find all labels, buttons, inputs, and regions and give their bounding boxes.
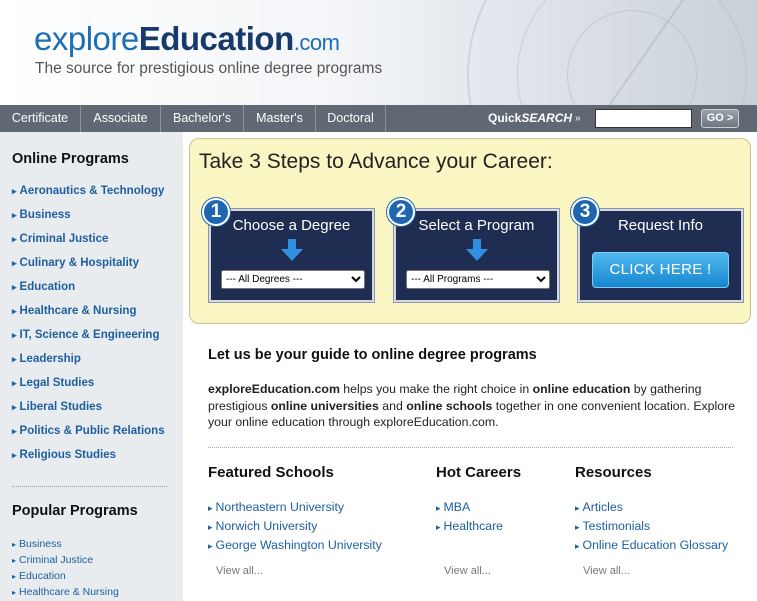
header-banner: exploreEducation.com The source for pres… (0, 0, 757, 105)
sidebar-item-it-science[interactable]: IT, Science & Engineering (12, 329, 160, 341)
quicksearch-label-prefix: Quick (488, 111, 522, 125)
step-number-3: 3 (571, 198, 599, 226)
resource-link[interactable]: Testimonials (575, 519, 651, 533)
popular-item-healthcare[interactable]: Healthcare & Nursing (12, 586, 119, 598)
resource-link[interactable]: Online Education Glossary (575, 538, 729, 552)
sidebar-item-criminal-justice[interactable]: Criminal Justice (12, 233, 109, 245)
intro-brand: exploreEducation.com (208, 382, 340, 396)
intro-paragraph: exploreEducation.com helps you make the … (208, 381, 738, 431)
content-divider (208, 447, 733, 448)
steps-title: Take 3 Steps to Advance your Career: (199, 150, 553, 173)
down-arrow-icon (280, 239, 303, 261)
featured-view-all-link[interactable]: View all... (216, 565, 263, 577)
sidebar-item-religious-studies[interactable]: Religious Studies (12, 449, 117, 461)
step2-title: Select a Program (418, 217, 535, 234)
degree-nav-bar: Certificate Associate Bachelor's Master'… (0, 105, 757, 132)
popular-item-education[interactable]: Education (12, 570, 66, 582)
program-select[interactable]: --- All Programs --- (406, 270, 550, 289)
guide-heading: Let us be your guide to online degree pr… (208, 347, 537, 363)
logo-part-explore: explore (34, 20, 139, 57)
sidebar-divider (12, 486, 167, 487)
site-tagline: The source for prestigious online degree… (35, 60, 383, 77)
quicksearch-label: QuickSEARCH (488, 105, 572, 132)
intro-bold-2: online universities (270, 398, 379, 413)
sidebar-item-politics[interactable]: Politics & Public Relations (12, 425, 165, 437)
double-arrow-icon: » (575, 113, 581, 124)
site-logo[interactable]: exploreEducation.com (34, 20, 340, 58)
step-number-1: 1 (202, 198, 230, 226)
resource-link[interactable]: Articles (575, 500, 623, 514)
nav-tab-associate[interactable]: Associate (81, 105, 161, 132)
logo-part-education: Education (138, 20, 295, 57)
nav-tab-masters[interactable]: Master's (244, 105, 316, 132)
sidebar-item-legal-studies[interactable]: Legal Studies (12, 377, 95, 389)
quicksearch-input[interactable] (595, 109, 692, 128)
sidebar-item-healthcare[interactable]: Healthcare & Nursing (12, 305, 137, 317)
step3-title: Request Info (617, 217, 704, 234)
intro-bold-3: online schools (406, 398, 493, 413)
nav-tab-bachelors[interactable]: Bachelor's (161, 105, 244, 132)
three-steps-panel: Take 3 Steps to Advance your Career: Cho… (189, 138, 751, 324)
down-arrow-icon (465, 239, 488, 261)
quicksearch-label-italic: SEARCH (521, 111, 573, 125)
featured-school-link[interactable]: George Washington University (208, 538, 382, 552)
online-programs-heading: Online Programs (12, 151, 129, 167)
step-box-select-program: Select a Program --- All Programs --- (393, 208, 560, 303)
sidebar-item-business[interactable]: Business (12, 209, 71, 221)
sidebar-item-leadership[interactable]: Leadership (12, 353, 81, 365)
featured-school-link[interactable]: Norwich University (208, 519, 318, 533)
featured-schools-heading: Featured Schools (208, 464, 334, 481)
degree-select[interactable]: --- All Degrees --- (221, 270, 365, 289)
step-number-2: 2 (387, 198, 415, 226)
nav-tab-doctoral[interactable]: Doctoral (316, 105, 386, 132)
sidebar-item-education[interactable]: Education (12, 281, 76, 293)
sidebar-item-aeronautics[interactable]: Aeronautics & Technology (12, 185, 165, 197)
career-link[interactable]: Healthcare (436, 519, 503, 533)
nav-tab-certificate[interactable]: Certificate (0, 105, 81, 132)
career-link[interactable]: MBA (436, 500, 471, 514)
logo-part-domain: .com (293, 30, 340, 55)
intro-text-3: and (378, 398, 407, 413)
intro-text-1: helps you make the right choice in (339, 382, 533, 396)
step-box-request-info: Request Info CLICK HERE ! (577, 208, 744, 303)
careers-view-all-link[interactable]: View all... (444, 565, 491, 577)
popular-programs-heading: Popular Programs (12, 503, 138, 519)
resources-view-all-link[interactable]: View all... (583, 565, 630, 577)
sidebar: Online Programs Aeronautics & Technology… (0, 132, 183, 601)
sidebar-item-liberal-studies[interactable]: Liberal Studies (12, 401, 102, 413)
go-button[interactable]: GO > (701, 109, 739, 128)
resources-heading: Resources (575, 464, 652, 481)
popular-item-criminal-justice[interactable]: Criminal Justice (12, 554, 93, 566)
step-box-choose-degree: Choose a Degree --- All Degrees --- (208, 208, 375, 303)
hot-careers-heading: Hot Careers (436, 464, 522, 481)
intro-bold-1: online education (532, 382, 631, 396)
featured-school-link[interactable]: Northeastern University (208, 500, 344, 514)
popular-item-business[interactable]: Business (12, 538, 62, 550)
sidebar-item-culinary[interactable]: Culinary & Hospitality (12, 257, 140, 269)
step1-title: Choose a Degree (232, 217, 351, 234)
click-here-button[interactable]: CLICK HERE ! (592, 252, 729, 288)
